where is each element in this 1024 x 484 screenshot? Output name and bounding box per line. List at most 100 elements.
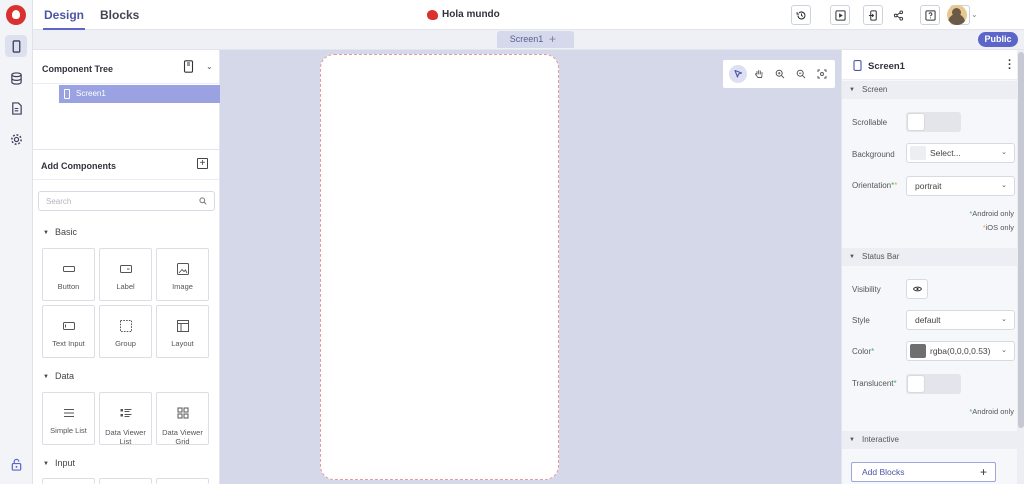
zoom-in-tool[interactable] (771, 65, 789, 83)
tab-design[interactable]: Design (42, 8, 86, 30)
component-simple-list[interactable]: Simple List (42, 392, 95, 445)
component-image[interactable]: Image (156, 248, 209, 301)
component-label: Button (57, 282, 80, 291)
chevron-down-icon: ⌄ (1001, 182, 1007, 189)
add-screen-button[interactable]: + (549, 32, 556, 46)
color-swatch (910, 344, 926, 358)
user-avatar[interactable] (947, 5, 967, 25)
device-export-button[interactable] (863, 5, 883, 25)
component-data-viewer-grid[interactable]: Data Viewer Grid (156, 392, 209, 446)
component-layout[interactable]: Layout (156, 305, 209, 358)
android-only-note-2: *Android only (969, 407, 1014, 416)
background-swatch (910, 146, 926, 160)
component-label: Layout (171, 339, 194, 348)
properties-title: Screen1 (868, 61, 905, 72)
category-input[interactable]: ▼ Input (43, 458, 75, 468)
caret-down-icon: ▼ (43, 374, 49, 380)
documents-icon[interactable] (5, 97, 27, 119)
top-bar: Design Blocks Hola mundo ⌄ (33, 0, 1024, 30)
chevron-down-icon[interactable]: ⌄ (206, 62, 213, 71)
tab-screen1[interactable]: Screen1 (497, 31, 574, 48)
note-text: Android only (972, 407, 1014, 416)
component-label: Text Input (52, 339, 85, 348)
eye-icon (912, 286, 922, 292)
data-viewer-list-icon (120, 409, 132, 417)
layout-icon (177, 320, 189, 332)
design-canvas[interactable] (220, 50, 841, 484)
component-search (38, 191, 215, 211)
orientation-select[interactable]: portrait ⌄ (906, 176, 1015, 196)
component-label: Simple List (50, 426, 87, 435)
properties-header: Screen1 · · · (842, 50, 1017, 80)
style-select[interactable]: default ⌄ (906, 310, 1015, 330)
design-view-icon[interactable] (5, 35, 27, 57)
section-status-bar[interactable]: ▼ Status Bar (842, 248, 1017, 266)
preview-button[interactable] (830, 5, 850, 25)
color-label: Color* (852, 347, 874, 356)
help-button[interactable] (920, 5, 940, 25)
component-group[interactable]: Group (99, 305, 152, 358)
android-only-note: *Android only (969, 209, 1014, 218)
component-tree-header: Component Tree ⌄ (33, 50, 220, 84)
add-blocks-button[interactable]: Add Blocks + (851, 462, 996, 482)
component-label: Label (116, 282, 135, 291)
history-button[interactable] (791, 5, 811, 25)
project-name: Hola mundo (442, 9, 500, 20)
visibility-toggle[interactable] (906, 279, 928, 299)
share-icon (893, 9, 903, 21)
component-partial[interactable] (42, 478, 95, 484)
component-label[interactable]: Label (99, 248, 152, 301)
section-interactive[interactable]: ▼ Interactive (842, 431, 1017, 449)
share-button[interactable] (888, 5, 908, 25)
section-screen[interactable]: ▼ Screen (842, 81, 1017, 99)
category-basic[interactable]: ▼ Basic (43, 227, 77, 237)
section-label: Status Bar (862, 252, 900, 261)
app-logo-icon[interactable] (6, 5, 26, 25)
play-icon (834, 9, 846, 21)
section-label: Screen (862, 85, 888, 94)
orientation-label: Orientation** (852, 181, 897, 190)
search-icon (199, 197, 207, 205)
scrollbar-thumb[interactable] (1018, 52, 1024, 428)
component-text-input[interactable]: Text Input (42, 305, 95, 358)
component-partial[interactable] (156, 478, 209, 484)
pan-tool[interactable] (750, 65, 768, 83)
component-data-viewer-list[interactable]: Data Viewer List (99, 392, 152, 446)
background-select[interactable]: Select... ⌄ (906, 143, 1015, 163)
history-icon (796, 10, 805, 19)
phone-screen-preview[interactable] (320, 54, 559, 480)
component-partial[interactable] (99, 478, 152, 484)
color-select[interactable]: rgba(0,0,0,0.53) ⌄ (906, 341, 1015, 361)
screen-icon (64, 89, 70, 99)
search-input[interactable] (39, 192, 189, 210)
select-tool[interactable] (729, 65, 747, 83)
ios-only-note: *iOS only (983, 223, 1014, 232)
zoom-out-tool[interactable] (792, 65, 810, 83)
component-button[interactable]: Button (42, 248, 95, 301)
lock-icon[interactable] (5, 453, 27, 475)
phone-mode-icon[interactable] (183, 60, 194, 73)
component-tree-title: Component Tree (42, 64, 114, 74)
database-icon[interactable] (5, 67, 27, 89)
chevron-down-icon[interactable]: ⌄ (971, 10, 978, 19)
style-value: default (915, 315, 941, 325)
more-vertical-icon[interactable]: · · · (1008, 56, 1012, 75)
caret-down-icon: ▼ (849, 87, 855, 93)
plus-icon: + (979, 465, 987, 479)
translucent-toggle[interactable] (906, 374, 961, 394)
add-component-plus-icon[interactable]: + (197, 158, 208, 169)
category-data[interactable]: ▼ Data (43, 371, 74, 381)
orientation-label-text: Orientation (852, 181, 892, 190)
zoom-out-icon (796, 69, 806, 79)
fit-screen-tool[interactable] (813, 65, 831, 83)
tree-item-screen1[interactable]: Screen1 (59, 85, 220, 103)
add-components-title: Add Components (41, 161, 116, 171)
tab-blocks[interactable]: Blocks (100, 8, 139, 22)
zoom-in-icon (775, 69, 785, 79)
settings-gear-icon[interactable] (5, 128, 27, 150)
screen-tab-strip: Screen1 + Public (33, 30, 1024, 50)
caret-down-icon: ▼ (43, 230, 49, 236)
chevron-down-icon: ⌄ (1001, 347, 1007, 354)
scrollable-toggle[interactable] (906, 112, 961, 132)
public-button[interactable]: Public (978, 32, 1018, 47)
